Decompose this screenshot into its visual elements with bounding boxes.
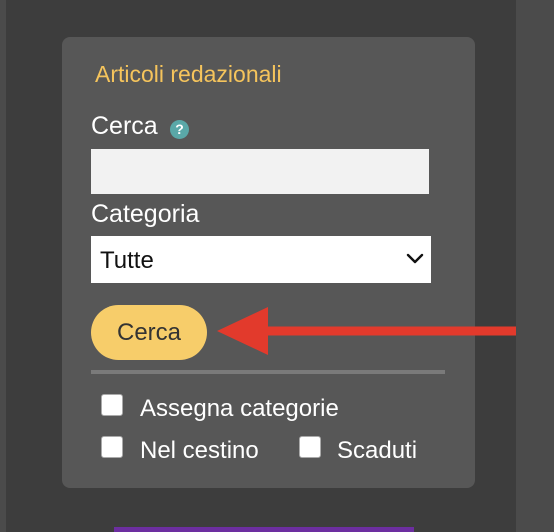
purple-strip [114, 527, 414, 532]
annotation-arrow [217, 307, 516, 355]
